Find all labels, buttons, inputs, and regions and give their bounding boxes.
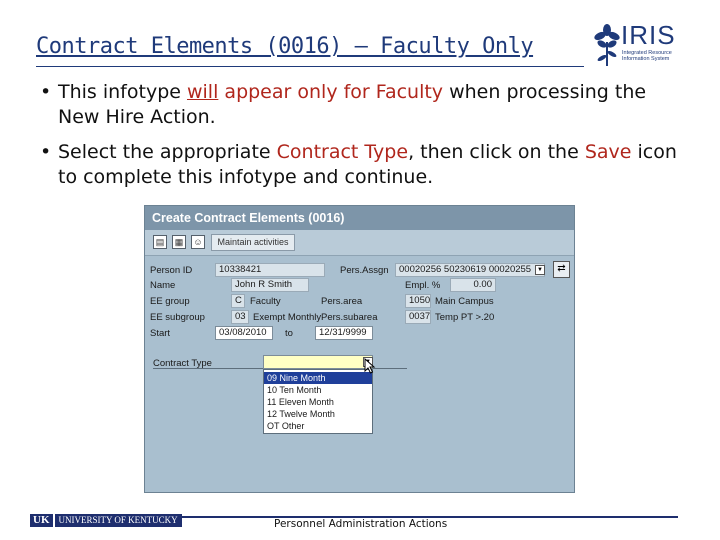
overview-icon[interactable]: ⇄ <box>553 261 570 278</box>
option-label: Ten Month <box>279 385 322 395</box>
ee-group-code-field: C <box>231 294 245 308</box>
logo-sub-line-2: Information System <box>622 56 670 62</box>
uk-monogram: UK <box>30 514 53 527</box>
ee-group-text: Faculty <box>250 296 281 307</box>
pers-subarea-code-field: 0037 <box>405 310 431 324</box>
pers-area-code-field: 1050 <box>405 294 431 308</box>
maintain-activities-button[interactable]: Maintain activities <box>211 234 295 251</box>
option-label: Twelve Month <box>279 409 335 419</box>
start-date-field[interactable]: 03/08/2010 <box>215 326 273 340</box>
uk-wordmark: UNIVERSITY OF KENTUCKY <box>54 514 182 527</box>
option-label: Other <box>281 421 305 431</box>
document-icon[interactable]: ▤ <box>153 235 167 249</box>
bullet-text: Select the appropriate <box>58 141 277 163</box>
logo-wordmark: IRIS <box>621 20 676 50</box>
uk-logo: UK UNIVERSITY OF KENTUCKY <box>30 514 182 527</box>
flower-icon <box>594 24 620 66</box>
bullet-text: This infotype <box>58 81 187 103</box>
person-id-label: Person ID <box>150 265 193 276</box>
emphasis-text: appear only for Faculty <box>224 81 444 103</box>
name-field: John R Smith <box>231 278 309 292</box>
dropdown-icon[interactable]: ▼ <box>535 265 545 275</box>
start-label: Start <box>150 328 171 339</box>
dropdown-option[interactable]: 09 Nine Month <box>264 372 372 384</box>
bullet-text: , then click on the <box>408 141 585 163</box>
emphasis-text: will <box>186 81 219 103</box>
pers-assgn-label: Pers.Assgn <box>340 265 389 276</box>
sap-screenshot: Create Contract Elements (0016) ▤ ▦ ☺ Ma… <box>144 205 575 493</box>
dropdown-option[interactable]: 12 Twelve Month <box>264 408 372 420</box>
contract-type-input[interactable] <box>263 355 373 369</box>
mouse-pointer-icon <box>364 358 376 374</box>
dropdown-option[interactable]: OT Other <box>264 420 372 432</box>
to-label: to <box>285 328 293 339</box>
empl-pct-field: 0.00 <box>450 278 496 292</box>
option-label: Nine Month <box>279 373 326 383</box>
pers-subarea-label: Pers.subarea <box>321 312 378 323</box>
slide-title: Contract Elements (0016) – Faculty Only <box>36 34 534 59</box>
end-date-field[interactable]: 12/31/9999 <box>315 326 373 340</box>
title-underline <box>36 66 584 67</box>
contract-type-dropdown: 09 Nine Month 10 Ten Month 11 Eleven Mon… <box>263 369 373 434</box>
empl-pct-label: Empl. % <box>405 280 441 291</box>
option-label: Eleven Month <box>278 397 334 407</box>
option-code: 10 <box>267 385 278 395</box>
option-code: 09 <box>267 373 278 383</box>
ee-subgroup-code-field: 03 <box>231 310 249 324</box>
pers-area-text: Main Campus <box>435 296 494 307</box>
pers-assgn-field: 00020256 50230619 00020255 <box>395 263 545 277</box>
iris-logo: IRIS Integrated Resource Information Sys… <box>592 20 684 68</box>
copy-icon[interactable]: ▦ <box>172 235 186 249</box>
dropdown-option[interactable]: 10 Ten Month <box>264 384 372 396</box>
bullet-dot: • <box>40 81 52 103</box>
person-id-field: 10338421 <box>215 263 325 277</box>
pers-area-label: Pers.area <box>321 296 363 307</box>
ee-subgroup-text: Exempt Monthly <box>253 312 322 323</box>
person-icon[interactable]: ☺ <box>191 235 205 249</box>
dropdown-option[interactable]: 11 Eleven Month <box>264 396 372 408</box>
option-code: 12 <box>267 409 278 419</box>
footer-text: Personnel Administration Actions <box>274 518 448 530</box>
bullet-list: • This infotype will appear only for Fac… <box>40 80 690 200</box>
emphasis-text: Save <box>584 141 632 163</box>
pers-subarea-text: Temp PT >.20 <box>435 312 495 323</box>
bullet-item: • Select the appropriate Contract Type, … <box>40 140 690 190</box>
option-code: 11 <box>267 397 277 407</box>
bullet-item: • This infotype will appear only for Fac… <box>40 80 690 130</box>
bullet-dot: • <box>40 141 52 163</box>
ee-group-label: EE group <box>150 296 190 307</box>
logo-subtitle: Integrated Resource Information System <box>622 50 682 62</box>
ee-subgroup-label: EE subgroup <box>150 312 205 323</box>
emphasis-text: Contract Type <box>276 141 409 163</box>
sap-window-title: Create Contract Elements (0016) <box>145 206 574 230</box>
sap-toolbar: ▤ ▦ ☺ Maintain activities <box>145 230 574 256</box>
option-code: OT <box>267 421 280 431</box>
name-label: Name <box>150 280 176 291</box>
